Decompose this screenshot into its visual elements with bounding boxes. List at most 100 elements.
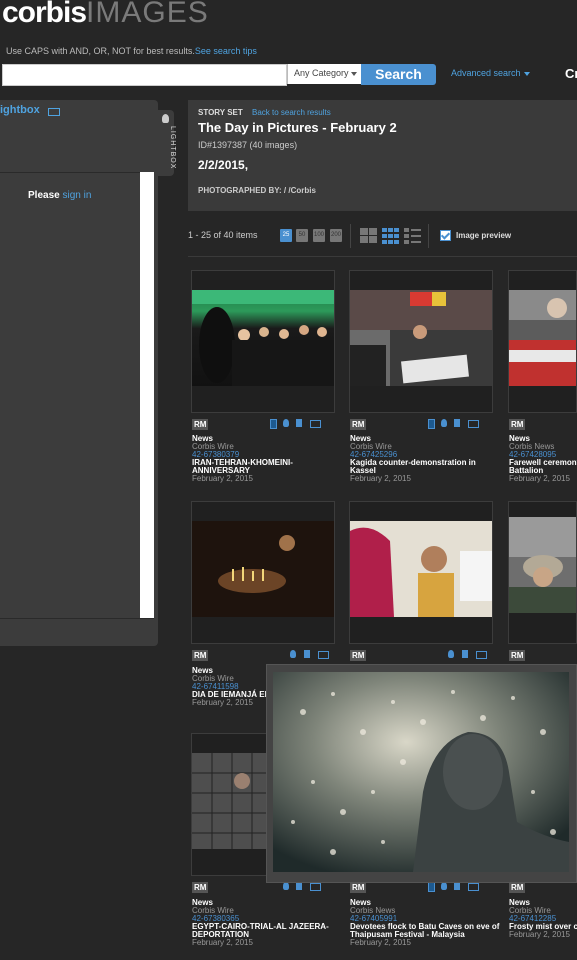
divider <box>428 224 429 248</box>
logo-wordmark: corbis <box>2 0 87 29</box>
corbis-logo[interactable]: corbisIMAGES <box>2 0 209 30</box>
story-date: 2/2/2015, <box>198 158 249 172</box>
copy-icon[interactable] <box>270 419 277 429</box>
lightbulb-icon[interactable] <box>441 419 447 427</box>
photo-illustration <box>509 290 576 386</box>
tile-metadata: News Corbis Wire 42-67411598 DIA DE IEMA… <box>192 667 266 707</box>
document-icon[interactable] <box>296 419 302 427</box>
image-tile[interactable] <box>349 501 493 644</box>
photo-illustration <box>350 521 492 617</box>
lightbox-signin-message: Please sign in <box>28 190 91 201</box>
license-badge: RM <box>350 650 367 661</box>
advanced-search-link[interactable]: Advanced search <box>451 68 530 78</box>
tile-actions <box>270 419 336 429</box>
document-icon[interactable] <box>304 650 310 658</box>
license-badge: RM <box>509 650 526 661</box>
license-badge: RM <box>509 419 526 430</box>
photo-illustration <box>350 290 492 386</box>
cart-icon[interactable] <box>318 651 329 659</box>
image-preview-label: Image preview <box>456 231 512 240</box>
medium-grid-view-icon[interactable] <box>382 228 399 244</box>
chevron-down-icon <box>350 71 357 76</box>
lightbulb-icon[interactable] <box>441 882 447 890</box>
header-right-item[interactable]: Cr <box>565 66 577 81</box>
tile-actions <box>290 650 336 660</box>
tile-date: February 2, 2015 <box>350 938 411 947</box>
document-icon[interactable] <box>462 650 468 658</box>
back-to-results-link[interactable]: Back to search results <box>252 108 331 117</box>
tile-caption[interactable]: EGYPT-CAIRO-TRIAL-AL JAZEERA-DEPORTATION <box>192 923 330 939</box>
image-tile[interactable] <box>191 501 335 644</box>
document-icon[interactable] <box>454 419 460 427</box>
image-thumbnail[interactable] <box>509 517 576 613</box>
tile-metadata: News Corbis Wire 42-67412285 Frosty mist… <box>509 899 577 939</box>
photo-illustration <box>192 290 334 386</box>
copy-icon[interactable] <box>428 882 435 892</box>
photographer-credit: PHOTOGRAPHED BY: / /Corbis <box>198 186 316 195</box>
cart-icon[interactable] <box>476 651 487 659</box>
search-tips-link[interactable]: See search tips <box>195 46 257 56</box>
image-tile[interactable] <box>349 270 493 413</box>
tile-date: February 2, 2015 <box>192 938 253 947</box>
image-thumbnail[interactable] <box>350 521 492 617</box>
tile-metadata: News Corbis Wire 42-67425296 Kagida coun… <box>350 435 500 483</box>
image-thumbnail[interactable] <box>509 290 576 386</box>
lightbox-icon[interactable] <box>48 108 60 116</box>
cart-icon[interactable] <box>468 420 479 428</box>
lightbox-panel <box>0 100 158 646</box>
page-size-25[interactable]: 25 <box>280 229 292 242</box>
signin-link[interactable]: sign in <box>62 190 91 201</box>
page-size-50[interactable]: 50 <box>296 229 308 242</box>
lightbulb-icon[interactable] <box>283 882 289 890</box>
tile-date: February 2, 2015 <box>509 474 570 483</box>
story-id: ID#1397387 (40 images) <box>198 140 298 150</box>
search-input[interactable] <box>2 64 287 86</box>
image-thumbnail[interactable] <box>192 290 334 386</box>
category-value: Any Category <box>294 68 349 78</box>
large-grid-view-icon[interactable] <box>360 228 377 244</box>
lightbox-title[interactable]: ightbox <box>0 104 40 116</box>
tile-actions <box>448 650 494 660</box>
document-icon[interactable] <box>454 882 460 890</box>
lightbox-scrollbar[interactable] <box>140 172 154 618</box>
license-badge: RM <box>509 882 526 893</box>
document-icon[interactable] <box>296 882 302 890</box>
search-hint: Use CAPS with AND, OR, NOT for best resu… <box>6 46 257 56</box>
lightbulb-icon[interactable] <box>283 419 289 427</box>
category-select[interactable]: Any Category <box>287 64 361 84</box>
lightbulb-icon[interactable] <box>290 650 296 658</box>
cart-icon[interactable] <box>310 883 321 891</box>
tile-caption[interactable]: Farewell ceremony Aidar Battalion <box>509 459 577 475</box>
tile-actions <box>428 419 494 429</box>
image-thumbnail[interactable] <box>192 521 334 617</box>
cart-icon[interactable] <box>468 883 479 891</box>
image-preview-checkbox[interactable] <box>440 230 451 241</box>
photo-illustration <box>192 521 334 617</box>
page-size-200[interactable]: 200 <box>330 229 342 242</box>
tile-caption[interactable]: Devotees flock to Batu Caves on eve of T… <box>350 923 500 939</box>
story-set-label: STORY SET <box>198 108 243 117</box>
lightbulb-icon <box>162 114 169 123</box>
list-view-icon[interactable] <box>404 228 421 244</box>
tile-actions <box>270 882 336 892</box>
cart-icon[interactable] <box>310 420 321 428</box>
search-button[interactable]: Search <box>361 64 436 85</box>
search-hint-text: Use CAPS with AND, OR, NOT for best resu… <box>6 46 195 56</box>
tile-metadata: News Corbis Wire 42-67380379 IRAN-TEHRAN… <box>192 435 342 483</box>
image-tile[interactable] <box>508 501 577 644</box>
page-size-100[interactable]: 100 <box>313 229 325 242</box>
image-thumbnail[interactable] <box>350 290 492 386</box>
lightbox-tab-label: LIGHTBOX <box>169 126 176 170</box>
license-badge: RM <box>192 419 209 430</box>
copy-icon[interactable] <box>428 419 435 429</box>
divider <box>0 172 154 173</box>
tile-caption[interactable]: IRAN-TEHRAN-KHOMEINI-ANNIVERSARY <box>192 459 330 475</box>
image-preview-photo <box>273 672 569 872</box>
image-tile[interactable] <box>191 270 335 413</box>
lightbulb-icon[interactable] <box>448 650 454 658</box>
license-badge: RM <box>350 882 367 893</box>
tile-date: February 2, 2015 <box>192 474 253 483</box>
tile-caption[interactable]: Kagida counter-demonstration in Kassel <box>350 459 488 475</box>
divider <box>350 224 351 248</box>
image-tile[interactable] <box>508 270 577 413</box>
